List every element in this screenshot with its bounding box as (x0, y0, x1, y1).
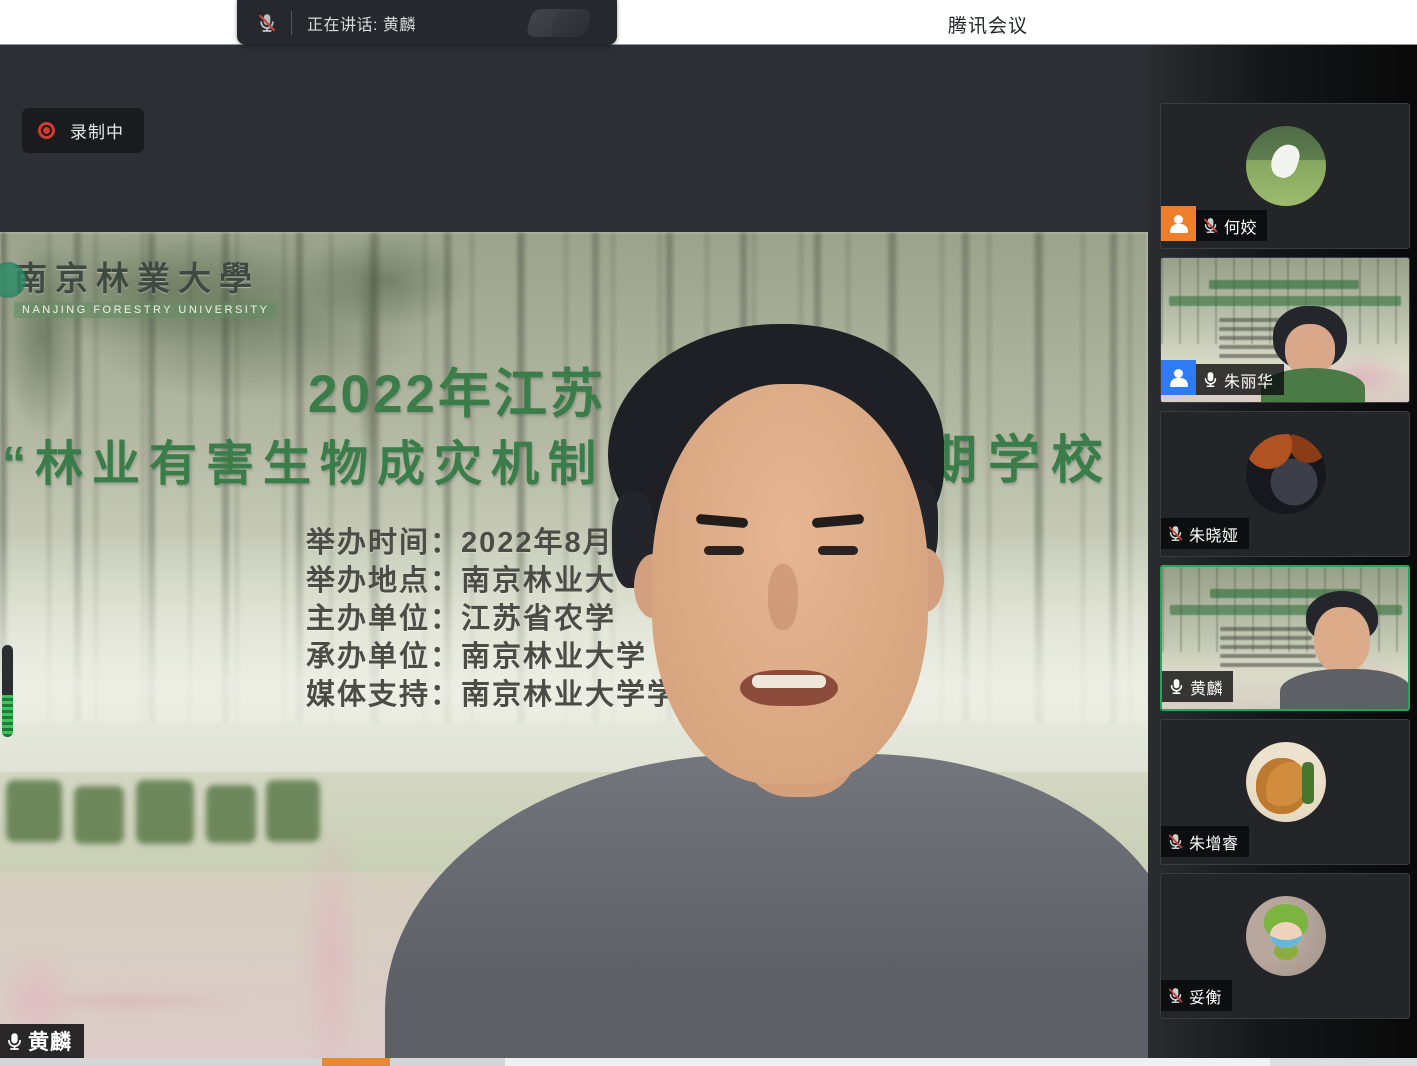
taskbar-light-segment (505, 1058, 1270, 1066)
participant-nametag: 朱增睿 (1161, 826, 1249, 857)
person-icon (1169, 215, 1189, 233)
participant-name: 妥衡 (1189, 984, 1222, 1008)
avatar (1246, 126, 1326, 206)
avatar (1246, 742, 1326, 822)
participant-name: 朱增睿 (1189, 830, 1239, 854)
participant-name: 朱丽华 (1224, 368, 1274, 392)
record-icon (38, 122, 55, 139)
taskbar-right-segment (1270, 1058, 1417, 1066)
participants-sidebar: 何姣 朱丽华 (1148, 45, 1417, 1066)
muted-mic-icon (1202, 217, 1219, 234)
slide-title-line1: 2022年江苏 (308, 352, 606, 428)
slide-info-block: 举办时间：2022年8月 举办地点：南京林业大 主办单位：江苏省农学 承办单位：… (306, 524, 678, 714)
participant-nametag: 妥衡 (1161, 980, 1232, 1011)
stage-speaker-nametag: 黄麟 (0, 1024, 84, 1058)
slide-info-line: 媒体支持：南京林业大学学 (306, 676, 678, 714)
audio-level-meter (2, 645, 13, 737)
participant-nametag: 朱丽华 (1196, 364, 1284, 395)
slide-title-line2-right: 暑期学校 (862, 418, 1114, 493)
recording-badge[interactable]: 录制中 (22, 108, 144, 153)
toolbar-divider (291, 11, 292, 35)
tencent-meeting-logo-icon (529, 7, 595, 39)
participant-tile-tuoheng[interactable]: 妥衡 (1160, 873, 1410, 1019)
participant-nametag: 何姣 (1196, 210, 1267, 241)
window-titlebar: 腾讯会议 (0, 0, 1417, 45)
participant-tile-zhuxiaoya[interactable]: 朱晓娅 (1160, 411, 1410, 557)
host-badge-orange (1161, 206, 1196, 241)
tencent-meeting-window: 腾讯会议 正在讲话: 黄麟 录制中 南京林業大學 NANJING FORESTR… (0, 0, 1417, 1066)
mic-icon (1202, 371, 1219, 388)
participant-thumbnail-list: 何姣 朱丽华 (1160, 103, 1410, 1019)
slide-info-line: 主办单位：江苏省农学 (306, 600, 678, 638)
muted-mic-icon (1167, 525, 1184, 542)
stage-speaker-name: 黄麟 (28, 1026, 72, 1056)
host-badge-blue (1161, 360, 1196, 395)
hedge-topiary (0, 780, 340, 866)
speaking-toolbar: 正在讲话: 黄麟 (237, 0, 617, 45)
taskbar-orange-segment (322, 1058, 390, 1066)
slide-info-line: 举办地点：南京林业大 (306, 562, 678, 600)
recording-label: 录制中 (70, 118, 124, 143)
slide-title-line2-left: “林业有害生物成灾机制 (2, 424, 605, 494)
slide-info-line: 举办时间：2022年8月 (306, 524, 678, 562)
muted-mic-icon[interactable] (257, 13, 277, 33)
muted-mic-icon (1167, 987, 1184, 1004)
avatar (1246, 896, 1326, 976)
main-video-stage: 南京林業大學 NANJING FORESTRY UNIVERSITY 2022年… (0, 232, 1148, 1058)
participant-tile-hejiao[interactable]: 何姣 (1160, 103, 1410, 249)
slide-info-line: 承办单位：南京林业大学 (306, 638, 678, 676)
participant-tile-huanglin-active[interactable]: 黄麟 (1160, 565, 1410, 711)
participant-name: 何姣 (1224, 214, 1257, 238)
muted-mic-icon (1167, 833, 1184, 850)
speaking-status-text: 正在讲话: 黄麟 (307, 11, 416, 35)
university-name-en: NANJING FORESTRY UNIVERSITY (14, 302, 277, 318)
avatar (1246, 434, 1326, 514)
person-icon (1169, 369, 1189, 387)
participant-tile-zhuzengrui[interactable]: 朱增睿 (1160, 719, 1410, 865)
bottom-edge-strip (0, 1058, 1417, 1066)
mic-icon (1168, 678, 1185, 695)
participant-tile-zhulihua[interactable]: 朱丽华 (1160, 257, 1410, 403)
university-name-cn: 南京林業大學 (14, 252, 277, 300)
participant-nametag: 朱晓娅 (1161, 518, 1249, 549)
university-logo: 南京林業大學 NANJING FORESTRY UNIVERSITY (14, 252, 277, 318)
app-title: 腾讯会议 (948, 11, 1028, 38)
participant-name: 黄麟 (1190, 675, 1223, 699)
participant-name: 朱晓娅 (1189, 522, 1239, 546)
participant-nametag: 黄麟 (1162, 671, 1233, 702)
mic-icon (5, 1032, 24, 1051)
